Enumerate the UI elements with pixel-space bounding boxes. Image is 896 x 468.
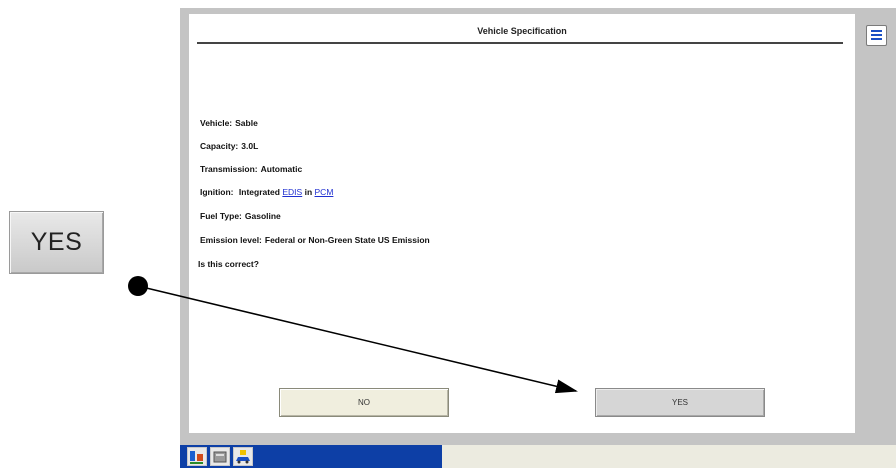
spec-transmission-value: Automatic — [260, 164, 303, 174]
page: YES Vehicle Specification Vehicle: Sable … — [0, 0, 896, 468]
pcm-link[interactable]: PCM — [315, 187, 334, 197]
spec-vehicle-label: Vehicle: — [200, 118, 233, 128]
car-service-icon[interactable] — [233, 447, 253, 466]
spec-ignition-label: Ignition: — [200, 187, 234, 197]
spec-vehicle-value: Sable — [235, 118, 258, 128]
spec-capacity: Capacity: 3.0L — [200, 141, 258, 151]
spec-vehicle: Vehicle: Sable — [200, 118, 258, 128]
arrow-origin-dot — [128, 276, 148, 296]
spec-transmission-label: Transmission: — [200, 164, 258, 174]
spec-fuel-value: Gasoline — [244, 211, 281, 221]
spec-ignition-prefix: Integrated — [238, 187, 280, 197]
spec-ignition: Ignition: Integrated EDIS in PCM — [200, 187, 333, 197]
spec-emission-value: Federal or Non-Green State US Emission — [264, 235, 430, 245]
title-divider — [197, 42, 843, 44]
spec-transmission: Transmission: Automatic — [200, 164, 302, 174]
spec-emission: Emission level: Federal or Non-Green Stat… — [200, 235, 430, 245]
list-menu-icon[interactable] — [866, 25, 887, 46]
no-button[interactable]: NO — [279, 388, 449, 417]
spec-capacity-label: Capacity: — [200, 141, 239, 151]
toolbox-icon[interactable] — [210, 447, 230, 466]
vehicle-spec-panel: Vehicle Specification Vehicle: Sable Capa… — [189, 14, 855, 433]
spec-ignition-middle: in — [304, 187, 313, 197]
spec-capacity-value: 3.0L — [241, 141, 259, 151]
spec-emission-label: Emission level: — [200, 235, 262, 245]
edis-link[interactable]: EDIS — [282, 187, 302, 197]
panel-title: Vehicle Specification — [477, 26, 567, 36]
spec-fuel-type: Fuel Type: Gasoline — [200, 211, 281, 221]
yes-button[interactable]: YES — [595, 388, 765, 417]
spec-fuel-label: Fuel Type: — [200, 211, 242, 221]
confirm-question: Is this correct? — [198, 259, 259, 269]
callout-yes-button[interactable]: YES — [9, 211, 104, 274]
vehicle-diagnostic-icon[interactable] — [187, 447, 207, 466]
